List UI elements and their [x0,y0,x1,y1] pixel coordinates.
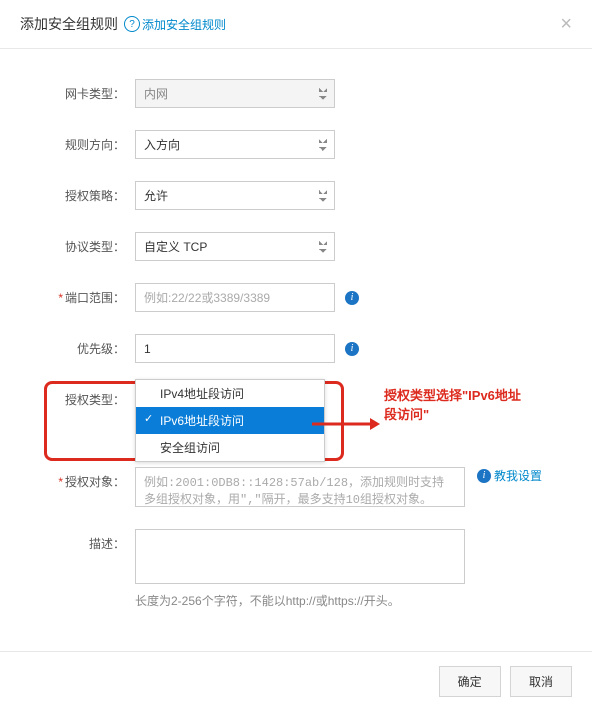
modal-header: 添加安全组规则 添加安全组规则 × [0,0,592,49]
annotation-text: 授权类型选择"IPv6地址段访问" [384,387,524,425]
select-policy[interactable]: 允许 [135,181,335,210]
label-port: 端口范围： [40,283,135,306]
label-auth-object: 授权对象： [40,467,135,490]
label-auth-type: 授权类型： [40,385,135,408]
textarea-auth-object[interactable] [135,467,465,507]
cancel-button[interactable]: 取消 [510,666,572,697]
select-direction[interactable]: 入方向 [135,130,335,159]
help-link-sg-rule[interactable]: 添加安全组规则 [124,16,226,33]
close-icon[interactable]: × [560,14,572,34]
label-direction: 规则方向： [40,130,135,153]
label-policy: 授权策略： [40,181,135,204]
confirm-button[interactable]: 确定 [439,666,501,697]
modal-footer: 确定 取消 [0,651,592,711]
help-link-auth-object[interactable]: 教我设置 [477,467,542,484]
label-description: 描述： [40,529,135,552]
select-nic-type[interactable]: 内网 [135,79,335,108]
label-protocol: 协议类型： [40,232,135,255]
input-priority[interactable] [135,334,335,363]
option-ipv6[interactable]: IPv6地址段访问 [136,407,324,434]
option-ipv4[interactable]: IPv4地址段访问 [136,380,324,407]
dropdown-auth-type[interactable]: IPv4地址段访问 IPv6地址段访问 安全组访问 [135,379,325,462]
info-icon[interactable]: i [345,342,359,356]
modal-title: 添加安全组规则 [20,14,118,34]
modal-body: 网卡类型： 内网 规则方向： 入方向 授权策略： 允许 协议类型： 自定义 TC… [0,49,592,651]
hint-description: 长度为2-256个字符，不能以http://或https://开头。 [135,592,552,609]
modal-add-sg-rule: 添加安全组规则 添加安全组规则 × 网卡类型： 内网 规则方向： 入方向 授权策… [0,0,592,663]
option-security-group[interactable]: 安全组访问 [136,434,324,461]
info-icon[interactable]: i [345,291,359,305]
input-port-range[interactable] [135,283,335,312]
label-nic-type: 网卡类型： [40,79,135,102]
label-priority: 优先级： [40,334,135,357]
textarea-description[interactable] [135,529,465,584]
select-protocol[interactable]: 自定义 TCP [135,232,335,261]
